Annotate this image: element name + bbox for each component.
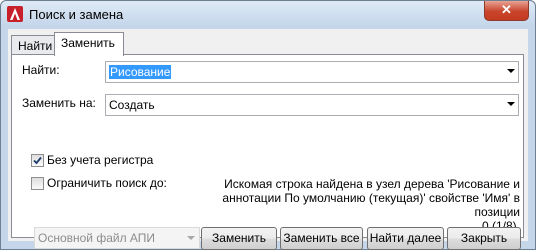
replace-button[interactable]: Заменить (201, 227, 277, 250)
find-input[interactable]: Рисование (105, 61, 519, 83)
find-input-value: Рисование (109, 65, 172, 79)
replace-input[interactable]: Создать (105, 94, 519, 116)
find-next-button[interactable]: Найти далее (367, 227, 444, 250)
chevron-down-icon[interactable] (507, 102, 515, 106)
chevron-down-icon (187, 236, 195, 240)
search-scope-select: Основной файл АПИ (34, 227, 200, 249)
limit-search-label[interactable]: Ограничить поиск до: (47, 176, 167, 190)
replace-input-value: Создать (109, 98, 155, 112)
replace-label: Заменить на: (22, 96, 96, 110)
find-label: Найти: (22, 63, 60, 77)
replace-all-button[interactable]: Заменить все (280, 227, 363, 250)
case-insensitive-checkbox[interactable] (31, 154, 44, 167)
close-button[interactable]: Закрыть (447, 227, 521, 250)
close-icon: ✕ (501, 2, 512, 17)
status-message: Искомая строка найдена в узел дерева 'Ри… (222, 177, 520, 233)
status-message-line-2: аннотации По умолчанию (текущая)' свойст… (222, 191, 520, 219)
find-replace-dialog: Поиск и замена ✕ Найти Заменить Найти: Р… (0, 0, 536, 250)
tab-find[interactable]: Найти (11, 35, 58, 56)
chevron-down-icon[interactable] (507, 69, 515, 73)
limit-search-checkbox[interactable] (31, 177, 44, 190)
tab-replace-label: Заменить (61, 36, 115, 50)
status-message-line-1: Искомая строка найдена в узел дерева 'Ри… (224, 177, 520, 191)
window-title: Поиск и замена (29, 7, 124, 22)
app-icon (7, 6, 23, 22)
case-insensitive-label[interactable]: Без учета регистра (47, 153, 153, 167)
checkmark-icon (33, 156, 42, 165)
tab-replace[interactable]: Заменить (54, 32, 124, 56)
title-bar[interactable]: Поиск и замена ✕ (1, 1, 535, 27)
close-window-button[interactable]: ✕ (484, 1, 529, 21)
search-scope-value: Основной файл АПИ (38, 231, 156, 245)
dialog-client-area: Найти Заменить Найти: Рисование Заменить… (8, 29, 528, 250)
tab-find-label: Найти (18, 39, 53, 53)
replace-tab-panel: Найти: Рисование Заменить на: Создать Бе… (11, 54, 524, 250)
